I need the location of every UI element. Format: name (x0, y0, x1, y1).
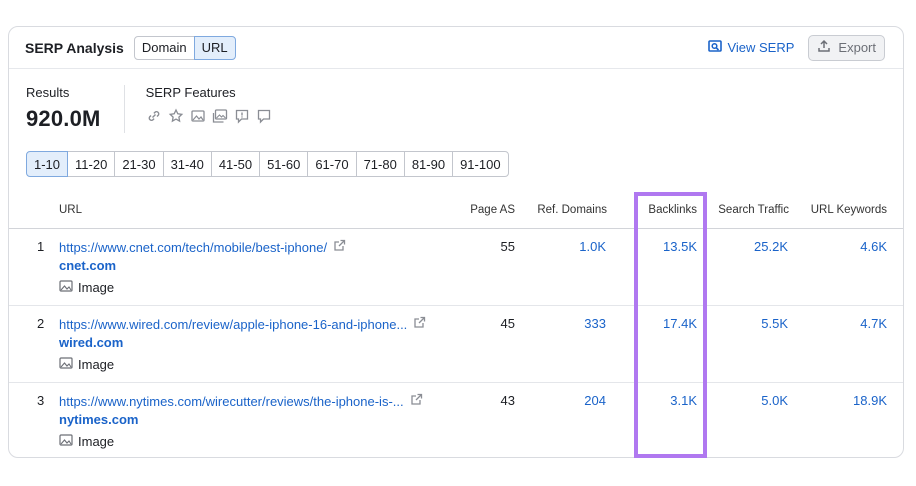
row-url-link[interactable]: https://www.wired.com/review/apple-iphon… (59, 316, 426, 332)
image-icon (59, 357, 73, 372)
serp-features-block: SERP Features (146, 85, 272, 133)
image-pack-icon[interactable] (212, 108, 228, 124)
row-feature-label: Image (78, 357, 115, 372)
table-header: URL Page AS Ref. Domains Backlinks Searc… (9, 191, 903, 229)
row-domain[interactable]: nytimes.com (59, 412, 138, 427)
domain-url-toggle: Domain URL (133, 35, 236, 60)
serp-features-icons (146, 108, 272, 124)
serp-features-label: SERP Features (145, 85, 236, 100)
row-url-text: https://www.wired.com/review/apple-iphon… (59, 316, 408, 332)
row-feature-label: Image (78, 434, 115, 449)
page-71-80[interactable]: 71-80 (355, 151, 405, 177)
link-icon[interactable] (146, 108, 162, 124)
comment-icon[interactable] (256, 108, 272, 124)
row-domain[interactable]: cnet.com (59, 258, 116, 273)
card-header: SERP Analysis Domain URL View SERP Expor… (9, 27, 903, 69)
page-41-50[interactable]: 41-50 (210, 151, 261, 177)
page-11-20[interactable]: 11-20 (67, 151, 116, 177)
row-serp-feature: Image (59, 280, 114, 295)
toggle-url-button[interactable]: URL (193, 35, 236, 60)
column-ref-domains[interactable]: Ref. Domains (525, 204, 607, 216)
page-31-40[interactable]: 31-40 (162, 151, 212, 177)
row-feature-label: Image (78, 280, 115, 295)
column-backlinks[interactable]: Backlinks (629, 204, 697, 216)
page-91-100[interactable]: 91-100 (452, 151, 509, 177)
external-link-icon[interactable] (413, 316, 426, 332)
row-url-text: https://www.cnet.com/tech/mobile/best-ip… (59, 239, 328, 255)
row-page-as: 43 (500, 393, 515, 408)
view-serp-icon (708, 39, 723, 56)
row-rank: 3 (37, 393, 45, 408)
row-serp-feature: Image (59, 434, 114, 449)
row-page-as: 45 (500, 316, 515, 331)
external-link-icon[interactable] (333, 239, 346, 255)
export-button[interactable]: Export (808, 34, 885, 61)
external-link-icon[interactable] (410, 393, 423, 409)
row-serp-feature: Image (59, 357, 114, 372)
row-search-traffic[interactable]: 5.0K (718, 393, 788, 408)
row-rank: 2 (37, 316, 45, 331)
row-backlinks[interactable]: 17.4K (627, 316, 697, 331)
row-url-link[interactable]: https://www.cnet.com/tech/mobile/best-ip… (59, 239, 346, 255)
table-row: 3 https://www.nytimes.com/wirecutter/rev… (9, 383, 903, 457)
row-search-traffic[interactable]: 5.5K (718, 316, 788, 331)
page-21-30[interactable]: 21-30 (114, 151, 164, 177)
row-backlinks[interactable]: 3.1K (627, 393, 697, 408)
results-value: 920.0M (26, 106, 101, 131)
row-ref-domains[interactable]: 333 (536, 316, 606, 331)
page-81-90[interactable]: 81-90 (403, 151, 454, 177)
row-url-link[interactable]: https://www.nytimes.com/wirecutter/revie… (59, 393, 423, 409)
pagination: 1-10 11-20 21-30 31-40 41-50 51-60 61-70… (26, 151, 509, 177)
column-search-traffic[interactable]: Search Traffic (703, 204, 789, 216)
image-icon (59, 280, 73, 295)
row-url-text: https://www.nytimes.com/wirecutter/revie… (59, 393, 404, 409)
export-label: Export (838, 40, 876, 55)
page-1-10[interactable]: 1-10 (26, 151, 69, 177)
card-title: SERP Analysis (25, 39, 124, 56)
serp-analysis-card: SERP Analysis Domain URL View SERP Expor… (8, 26, 904, 458)
feedback-icon[interactable] (234, 108, 250, 124)
row-page-as: 55 (500, 239, 515, 254)
row-domain[interactable]: wired.com (59, 335, 123, 350)
row-search-traffic[interactable]: 25.2K (718, 239, 788, 254)
view-serp-link[interactable]: View SERP (708, 39, 794, 56)
column-url[interactable]: URL (59, 204, 82, 216)
table-row: 2 https://www.wired.com/review/apple-iph… (9, 306, 903, 383)
row-ref-domains[interactable]: 204 (536, 393, 606, 408)
image-icon[interactable] (190, 108, 206, 124)
results-block: Results 920.0M (26, 85, 101, 133)
row-rank: 1 (37, 239, 45, 254)
page-61-70[interactable]: 61-70 (307, 151, 357, 177)
star-icon[interactable] (168, 108, 184, 124)
table-row: 1 https://www.cnet.com/tech/mobile/best-… (9, 229, 903, 306)
results-label: Results (26, 85, 70, 100)
row-url-keywords[interactable]: 18.9K (817, 393, 887, 408)
column-page-as[interactable]: Page AS (449, 204, 515, 216)
summary-divider (123, 85, 125, 133)
toggle-domain-button[interactable]: Domain (133, 35, 195, 60)
row-backlinks[interactable]: 13.5K (627, 239, 697, 254)
export-icon (817, 39, 831, 56)
view-serp-label: View SERP (727, 40, 795, 55)
row-ref-domains[interactable]: 1.0K (536, 239, 606, 254)
row-url-keywords[interactable]: 4.6K (817, 239, 887, 254)
summary-section: Results 920.0M SERP Features (26, 85, 272, 133)
image-icon (59, 434, 73, 449)
row-url-keywords[interactable]: 4.7K (817, 316, 887, 331)
page-51-60[interactable]: 51-60 (259, 151, 309, 177)
column-url-keywords[interactable]: URL Keywords (799, 204, 887, 216)
